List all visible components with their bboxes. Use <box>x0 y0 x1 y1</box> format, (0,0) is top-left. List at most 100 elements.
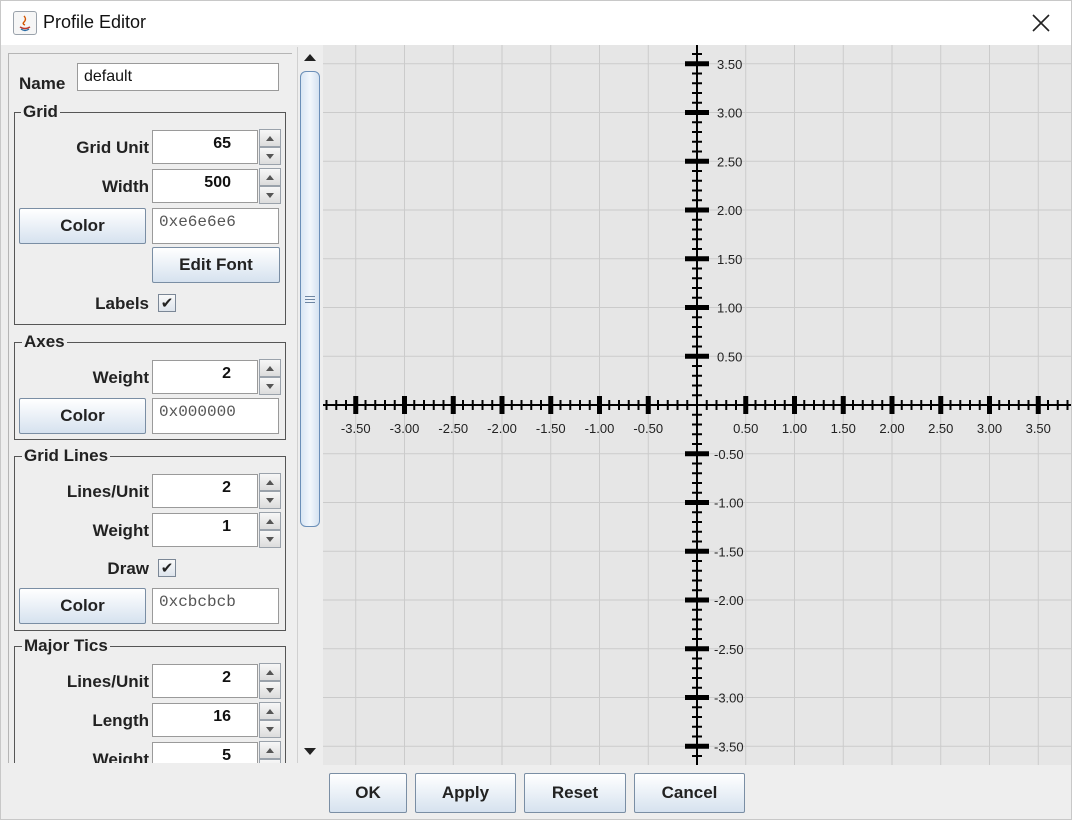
dialog-button-bar: OK Apply Reset Cancel <box>1 765 1071 819</box>
spin-down-icon[interactable] <box>259 681 281 699</box>
apply-button[interactable]: Apply <box>415 773 516 813</box>
major-tics-weight-label: Weight <box>92 750 149 763</box>
axes-weight-input[interactable]: 2 <box>152 360 258 394</box>
x-tick-label: -3.50 <box>341 421 371 436</box>
spin-down-icon[interactable] <box>259 491 281 509</box>
y-tick-label: -2.00 <box>714 593 744 608</box>
vertical-scrollbar[interactable] <box>297 47 321 763</box>
spin-up-icon[interactable] <box>259 702 281 720</box>
edit-font-button[interactable]: Edit Font <box>152 247 280 283</box>
axes-weight-spinner[interactable] <box>259 359 281 395</box>
x-tick-label: 1.50 <box>831 421 856 436</box>
spin-up-icon[interactable] <box>259 663 281 681</box>
grid-unit-label: Grid Unit <box>76 138 149 157</box>
major-tics-length-input[interactable]: 16 <box>152 703 258 737</box>
spin-down-icon[interactable] <box>259 720 281 738</box>
axes-color-button[interactable]: Color <box>19 398 146 434</box>
y-tick-label: -1.00 <box>714 496 744 511</box>
x-tick-label: -1.00 <box>585 421 615 436</box>
spin-up-icon[interactable] <box>259 741 281 759</box>
profile-editor-window: Profile Editor Name default Grid Grid Un… <box>0 0 1072 820</box>
ok-button[interactable]: OK <box>329 773 407 813</box>
draw-checkbox[interactable]: ✔ <box>158 559 176 577</box>
spin-up-icon[interactable] <box>259 512 281 530</box>
major-tics-weight-input[interactable]: 5 <box>152 742 258 763</box>
grid-lines-weight-label: Weight <box>92 521 149 540</box>
y-tick-label: -1.50 <box>714 544 744 559</box>
y-tick-label: -3.50 <box>714 739 744 754</box>
grid-preview-canvas[interactable]: -3.50 -3.00 -2.50 -2.00 -1.50 -1.00 -0.50 0.50 1… <box>323 45 1071 765</box>
settings-scroll-pane[interactable]: Name default Grid Grid Unit 65 Width 500… <box>4 47 321 763</box>
major-tics-unit-spinner[interactable] <box>259 663 281 699</box>
y-tick-label: 0.50 <box>717 349 742 364</box>
x-tick-label: -0.50 <box>633 421 663 436</box>
grid-lines-unit-spinner[interactable] <box>259 473 281 509</box>
y-tick-label: -3.00 <box>714 691 744 706</box>
y-tick-label: 3.00 <box>717 106 742 121</box>
grid-lines-weight-spinner[interactable] <box>259 512 281 548</box>
grid-lines-unit-label: Lines/Unit <box>66 482 149 501</box>
window-title: Profile Editor <box>43 12 147 32</box>
x-tick-label: -1.50 <box>536 421 566 436</box>
title-bar: Profile Editor <box>1 1 1071 45</box>
y-tick-label: 1.00 <box>717 301 742 316</box>
x-tick-label: 2.50 <box>928 421 953 436</box>
scrollbar-thumb[interactable] <box>300 71 320 527</box>
axes-weight-label: Weight <box>92 368 149 387</box>
labels-checkbox[interactable]: ✔ <box>158 294 176 312</box>
y-tick-label: 2.50 <box>717 154 742 169</box>
scroll-down-arrow-icon[interactable] <box>298 741 321 761</box>
spin-up-icon[interactable] <box>259 359 281 377</box>
close-icon <box>1032 14 1050 32</box>
x-tick-label: 1.00 <box>782 421 807 436</box>
grid-lines-weight-input[interactable]: 1 <box>152 513 258 547</box>
spin-down-icon[interactable] <box>259 377 281 395</box>
name-input[interactable]: default <box>77 63 279 91</box>
axes-color-field[interactable]: 0x000000 <box>152 398 279 434</box>
spin-down-icon[interactable] <box>259 147 281 165</box>
y-tick-label: 3.50 <box>717 57 742 72</box>
reset-button[interactable]: Reset <box>524 773 626 813</box>
grid-color-button[interactable]: Color <box>19 208 146 244</box>
close-button[interactable] <box>1021 5 1061 41</box>
x-tick-label: -3.00 <box>390 421 420 436</box>
java-app-icon <box>13 11 37 35</box>
grid-lines-unit-input[interactable]: 2 <box>152 474 258 508</box>
grid-group-title: Grid <box>21 102 60 122</box>
name-label: Name <box>19 74 66 93</box>
scroll-up-arrow-icon[interactable] <box>298 47 321 67</box>
major-tics-group-title: Major Tics <box>22 636 110 656</box>
y-tick-label: 1.50 <box>717 252 742 267</box>
x-tick-label: 2.00 <box>879 421 904 436</box>
x-tick-label: 0.50 <box>733 421 758 436</box>
grid-plot: -3.50 -3.00 -2.50 -2.00 -1.50 -1.00 -0.50 0.50 1… <box>323 45 1071 765</box>
settings-panel: Name default Grid Grid Unit 65 Width 500… <box>8 53 292 763</box>
grid-unit-input[interactable]: 65 <box>152 130 258 164</box>
spin-down-icon[interactable] <box>259 530 281 548</box>
major-tics-weight-spinner[interactable] <box>259 741 281 763</box>
spin-up-icon[interactable] <box>259 168 281 186</box>
grid-unit-spinner[interactable] <box>259 129 281 165</box>
grid-lines-color-field[interactable]: 0xcbcbcb <box>152 588 279 624</box>
y-tick-label: -0.50 <box>714 447 744 462</box>
spin-up-icon[interactable] <box>259 129 281 147</box>
labels-label: Labels <box>95 294 149 313</box>
major-tics-unit-input[interactable]: 2 <box>152 664 258 698</box>
x-tick-label: 3.00 <box>977 421 1002 436</box>
y-tick-label: -2.50 <box>714 642 744 657</box>
grid-width-input[interactable]: 500 <box>152 169 258 203</box>
grid-color-field[interactable]: 0xe6e6e6 <box>152 208 279 244</box>
y-tick-label: 2.00 <box>717 203 742 218</box>
major-tics-length-label: Length <box>92 711 149 730</box>
grid-lines-color-button[interactable]: Color <box>19 588 146 624</box>
major-tics-length-spinner[interactable] <box>259 702 281 738</box>
major-tics-unit-label: Lines/Unit <box>66 672 149 691</box>
spin-down-icon[interactable] <box>259 759 281 763</box>
grid-width-spinner[interactable] <box>259 168 281 204</box>
spin-up-icon[interactable] <box>259 473 281 491</box>
grid-lines-group-title: Grid Lines <box>22 446 111 466</box>
x-tick-label: -2.00 <box>487 421 517 436</box>
spin-down-icon[interactable] <box>259 186 281 204</box>
x-tick-label: 3.50 <box>1026 421 1051 436</box>
cancel-button[interactable]: Cancel <box>634 773 745 813</box>
